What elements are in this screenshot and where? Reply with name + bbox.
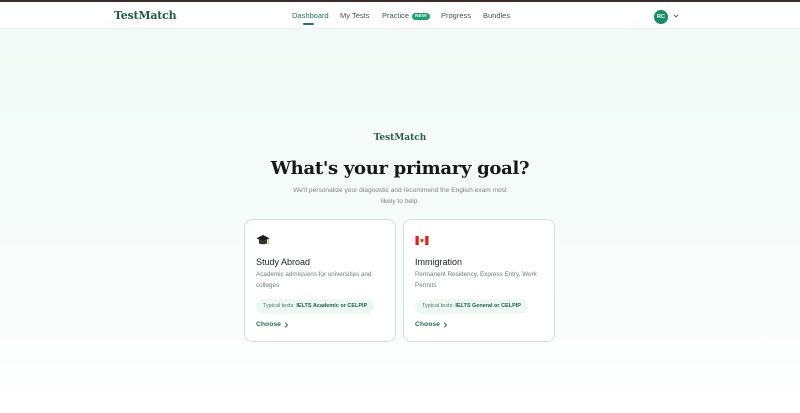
choose-label: Choose bbox=[256, 321, 281, 328]
goal-card-study-abroad[interactable]: Study Abroad Academic admissions for uni… bbox=[244, 219, 396, 342]
choose-button[interactable]: Choose bbox=[256, 321, 289, 328]
typical-tests-tag: Typical tests: IELTS Academic or CELPIP bbox=[256, 299, 375, 314]
typical-tests-tag: Typical tests: IELTS General or CELPIP bbox=[415, 299, 528, 314]
canada-flag-icon bbox=[415, 235, 429, 246]
new-badge: NEW bbox=[412, 13, 430, 20]
nav-links: Dashboard My Tests Practice NEW Progress … bbox=[0, 11, 800, 25]
card-title: Study Abroad bbox=[256, 257, 311, 267]
nav-link-bundles[interactable]: Bundles bbox=[483, 11, 510, 20]
nav-link-dashboard[interactable]: Dashboard bbox=[292, 11, 329, 20]
tag-prefix: Typical tests: bbox=[263, 303, 295, 309]
card-description: Permanent Residency, Express Entry, Work… bbox=[415, 271, 537, 289]
top-nav: TestMatch Dashboard My Tests Practice NEW… bbox=[0, 2, 800, 29]
nav-link-progress[interactable]: Progress bbox=[441, 11, 471, 20]
nav-link-practice-label: Practice bbox=[382, 11, 410, 20]
nav-link-practice[interactable]: Practice NEW bbox=[382, 11, 430, 20]
goal-card-immigration[interactable]: Immigration Permanent Residency, Express… bbox=[403, 219, 555, 342]
choose-label: Choose bbox=[415, 321, 440, 328]
app-window: TestMatch Dashboard My Tests Practice NEW… bbox=[0, 2, 800, 413]
graduation-cap-icon bbox=[256, 235, 270, 245]
card-description: Academic admissions for universities and… bbox=[256, 271, 372, 289]
center-logo: TestMatch bbox=[373, 133, 427, 143]
chevron-down-icon[interactable] bbox=[673, 13, 679, 19]
tag-prefix: Typical tests: bbox=[422, 303, 454, 309]
card-title: Immigration bbox=[415, 257, 463, 267]
active-tab-indicator bbox=[303, 23, 314, 25]
page-subtitle: We'll personalize your diagnostic and re… bbox=[293, 187, 507, 205]
tag-value: IELTS General or CELPIP bbox=[455, 303, 521, 309]
tag-value: IELTS Academic or CELPIP bbox=[296, 303, 368, 309]
chevron-right-icon bbox=[443, 322, 447, 327]
choose-button[interactable]: Choose bbox=[415, 321, 448, 328]
page-title: What's your primary goal? bbox=[270, 158, 530, 179]
nav-link-my-tests[interactable]: My Tests bbox=[340, 11, 369, 20]
chevron-right-icon bbox=[284, 322, 288, 327]
avatar[interactable]: RC bbox=[654, 10, 668, 24]
